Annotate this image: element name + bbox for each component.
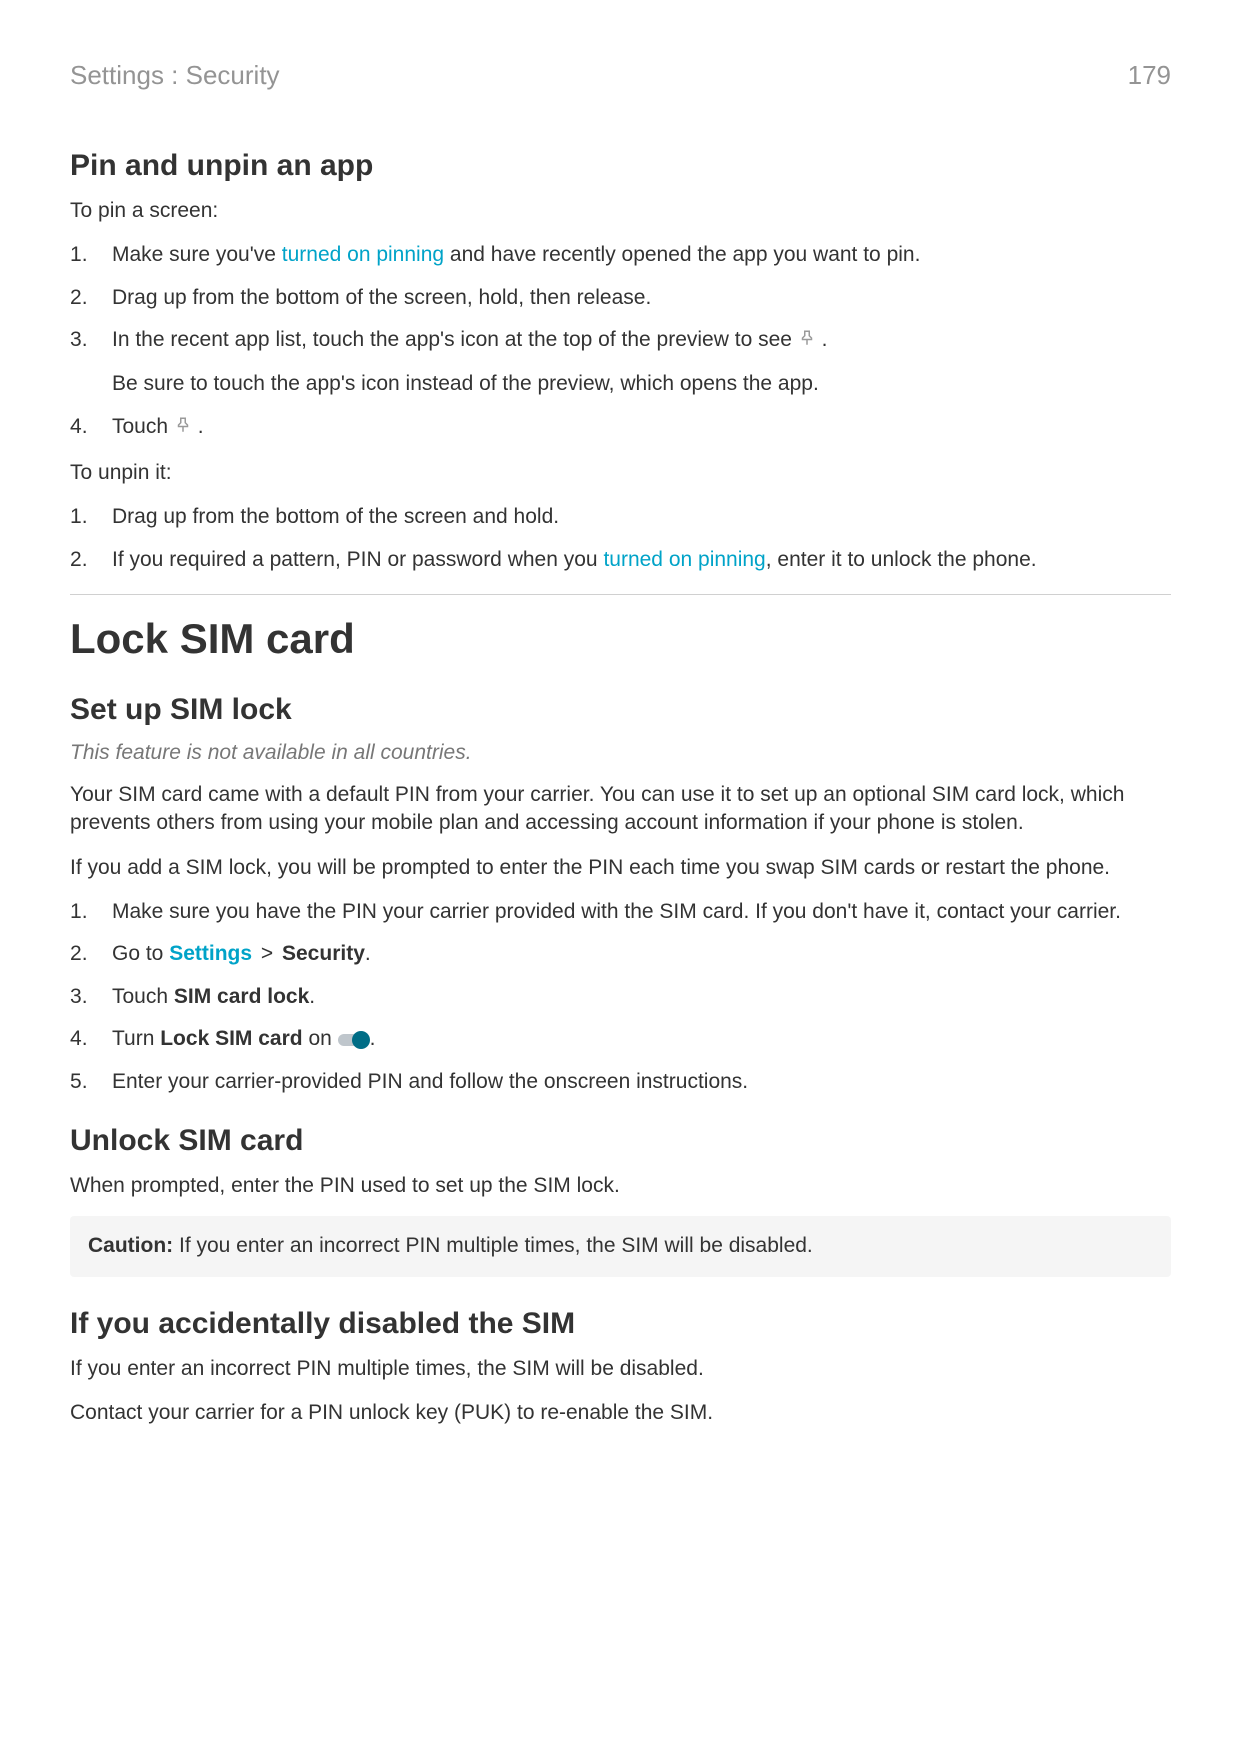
unpin-step-2: If you required a pattern, PIN or passwo… — [70, 546, 1171, 574]
text: , enter it to unlock the phone. — [766, 548, 1037, 571]
heading-accidentally-disabled: If you accidentally disabled the SIM — [70, 1307, 1171, 1341]
label-security: Security — [282, 942, 365, 965]
sim-lock-steps: Make sure you have the PIN your carrier … — [70, 898, 1171, 1096]
push-pin-icon — [798, 328, 816, 356]
pin-step-3: In the recent app list, touch the app's … — [70, 326, 1171, 399]
accident-para-2: Contact your carrier for a PIN unlock ke… — [70, 1399, 1171, 1427]
heading-pin-unpin: Pin and unpin an app — [70, 149, 1171, 183]
unpin-intro: To unpin it: — [70, 459, 1171, 487]
sim-step-1: Make sure you have the PIN your carrier … — [70, 898, 1171, 926]
pin-step-3-sub: Be sure to touch the app's icon instead … — [112, 370, 1171, 398]
text: . — [822, 328, 828, 351]
toggle-on-icon — [338, 1031, 370, 1049]
unpin-steps: Drag up from the bottom of the screen an… — [70, 503, 1171, 574]
text: Touch — [112, 415, 174, 438]
pin-step-4: Touch . — [70, 413, 1171, 443]
heading-set-up-sim-lock: Set up SIM lock — [70, 693, 1171, 727]
pin-intro: To pin a screen: — [70, 197, 1171, 225]
link-settings[interactable]: Settings — [169, 942, 252, 965]
unlock-sim-para: When prompted, enter the PIN used to set… — [70, 1172, 1171, 1200]
heading-lock-sim: Lock SIM card — [70, 615, 1171, 663]
document-page: Settings : Security 179 Pin and unpin an… — [0, 0, 1241, 1754]
breadcrumb-separator: > — [261, 942, 273, 965]
text: . — [365, 942, 371, 965]
text: . — [370, 1027, 376, 1050]
sim-step-3: Touch SIM card lock. — [70, 983, 1171, 1011]
caution-body: If you enter an incorrect PIN multiple t… — [173, 1234, 813, 1257]
sim-step-4: Turn Lock SIM card on . — [70, 1025, 1171, 1053]
caution-label: Caution: — [88, 1234, 173, 1257]
sim-para-1: Your SIM card came with a default PIN fr… — [70, 781, 1171, 838]
link-turned-on-pinning[interactable]: turned on pinning — [282, 243, 444, 266]
text: Touch — [112, 985, 174, 1008]
breadcrumb: Settings : Security — [70, 60, 280, 91]
pin-step-2: Drag up from the bottom of the screen, h… — [70, 284, 1171, 312]
availability-note: This feature is not available in all cou… — [70, 741, 1171, 765]
sim-step-2: Go to Settings > Security. — [70, 940, 1171, 968]
pin-steps: Make sure you've turned on pinning and h… — [70, 241, 1171, 443]
text: . — [198, 415, 204, 438]
page-header: Settings : Security 179 — [70, 60, 1171, 91]
link-turned-on-pinning[interactable]: turned on pinning — [603, 548, 765, 571]
unpin-step-1: Drag up from the bottom of the screen an… — [70, 503, 1171, 531]
label-sim-card-lock: SIM card lock — [174, 985, 309, 1008]
accident-para-1: If you enter an incorrect PIN multiple t… — [70, 1355, 1171, 1383]
text: on — [303, 1027, 338, 1050]
text: Make sure you've — [112, 243, 282, 266]
page-number: 179 — [1128, 60, 1171, 91]
heading-unlock-sim: Unlock SIM card — [70, 1124, 1171, 1158]
text: and have recently opened the app you wan… — [444, 243, 920, 266]
sim-para-2: If you add a SIM lock, you will be promp… — [70, 854, 1171, 882]
sim-step-5: Enter your carrier-provided PIN and foll… — [70, 1068, 1171, 1096]
label-lock-sim-card: Lock SIM card — [160, 1027, 302, 1050]
text: . — [309, 985, 315, 1008]
push-pin-icon — [174, 415, 192, 443]
text: Go to — [112, 942, 169, 965]
pin-step-1: Make sure you've turned on pinning and h… — [70, 241, 1171, 269]
text: If you required a pattern, PIN or passwo… — [112, 548, 603, 571]
section-divider — [70, 594, 1171, 595]
text: In the recent app list, touch the app's … — [112, 328, 798, 351]
text: Turn — [112, 1027, 160, 1050]
caution-box: Caution: If you enter an incorrect PIN m… — [70, 1216, 1171, 1276]
